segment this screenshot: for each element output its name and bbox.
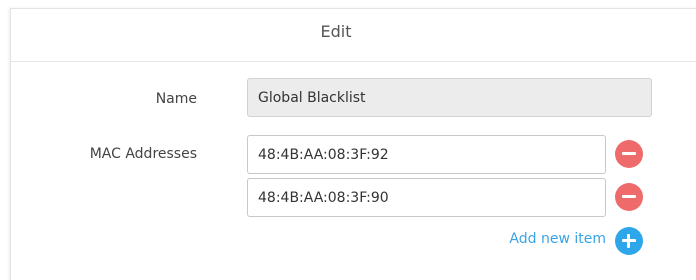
remove-mac-minus-icon[interactable] (615, 183, 643, 211)
mac-address-input[interactable] (247, 178, 606, 217)
edit-dialog: Edit Name MAC Addresses Add new item (10, 8, 696, 280)
add-new-item-link[interactable]: Add new item (481, 231, 606, 247)
add-item-plus-icon[interactable] (615, 227, 643, 255)
mac-address-input[interactable] (247, 135, 606, 174)
mac-addresses-label: MAC Addresses (89, 146, 197, 162)
dialog-title: Edit (320, 22, 352, 41)
name-field[interactable] (247, 78, 652, 117)
remove-mac-minus-icon[interactable] (615, 140, 643, 168)
name-label: Name (155, 91, 197, 107)
dialog-header: Edit (11, 9, 696, 62)
